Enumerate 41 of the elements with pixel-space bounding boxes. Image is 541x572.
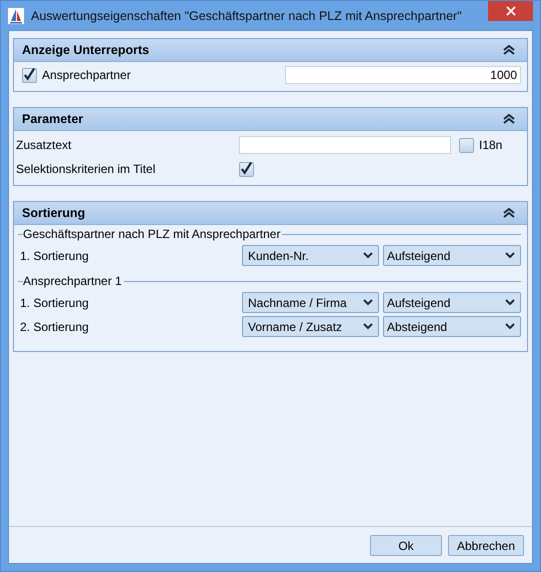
caret-icon <box>363 252 373 259</box>
collapse-icon[interactable] <box>503 208 515 218</box>
caret-icon <box>505 252 515 259</box>
caret-icon <box>505 323 515 330</box>
dropdown[interactable]: Nachname / Firma <box>242 292 379 313</box>
checkbox-label: I18n <box>479 138 502 152</box>
text-field[interactable] <box>239 136 451 154</box>
dialog-button[interactable]: Abbrechen <box>448 535 524 556</box>
field-label: 2. Sortierung <box>20 320 89 334</box>
checkbox[interactable] <box>22 68 37 82</box>
dropdown[interactable]: Aufsteigend <box>383 245 521 266</box>
close-icon <box>506 6 516 16</box>
panel-title: Sortierung <box>22 206 86 220</box>
dropdown[interactable]: Absteigend <box>383 316 521 337</box>
dropdown[interactable]: Aufsteigend <box>383 292 521 313</box>
checkbox-label: Ansprechpartner <box>42 68 131 82</box>
collapse-icon[interactable] <box>503 114 515 124</box>
caret-icon <box>363 323 373 330</box>
field-label: Zusatztext <box>16 138 72 152</box>
panel-header[interactable]: Anzeige Unterreports <box>14 39 527 62</box>
checkbox[interactable] <box>239 162 254 176</box>
caret-icon <box>363 299 373 306</box>
field-label: Selektionskriterien im Titel <box>16 162 156 176</box>
field-label: 1. Sortierung <box>20 296 89 310</box>
collapse-icon[interactable] <box>503 45 515 55</box>
caret-icon <box>505 299 515 306</box>
checkbox[interactable] <box>459 138 474 152</box>
dialog-button[interactable]: Ok <box>370 535 442 556</box>
dropdown[interactable]: Vorname / Zusatz <box>242 316 379 337</box>
field-label: 1. Sortierung <box>20 248 89 262</box>
panel-title: Anzeige Unterreports <box>22 43 150 57</box>
panel-header[interactable]: Parameter <box>14 108 527 131</box>
group-title: Geschäftspartner nach PLZ mit Ansprechpartner <box>23 227 280 241</box>
panel-header[interactable]: Sortierung <box>14 202 527 225</box>
close-button[interactable] <box>488 1 533 21</box>
group-title: Ansprechpartner 1 <box>23 274 122 288</box>
window-title: Auswertungseigenschaften "Geschäftspartner nach PLZ mit Ansprechpartner" <box>31 8 462 22</box>
panel-title: Parameter <box>22 112 84 126</box>
sailboat-icon <box>8 8 24 24</box>
number-field[interactable]: 1000 <box>285 66 521 84</box>
dropdown[interactable]: Kunden-Nr. <box>242 245 379 266</box>
